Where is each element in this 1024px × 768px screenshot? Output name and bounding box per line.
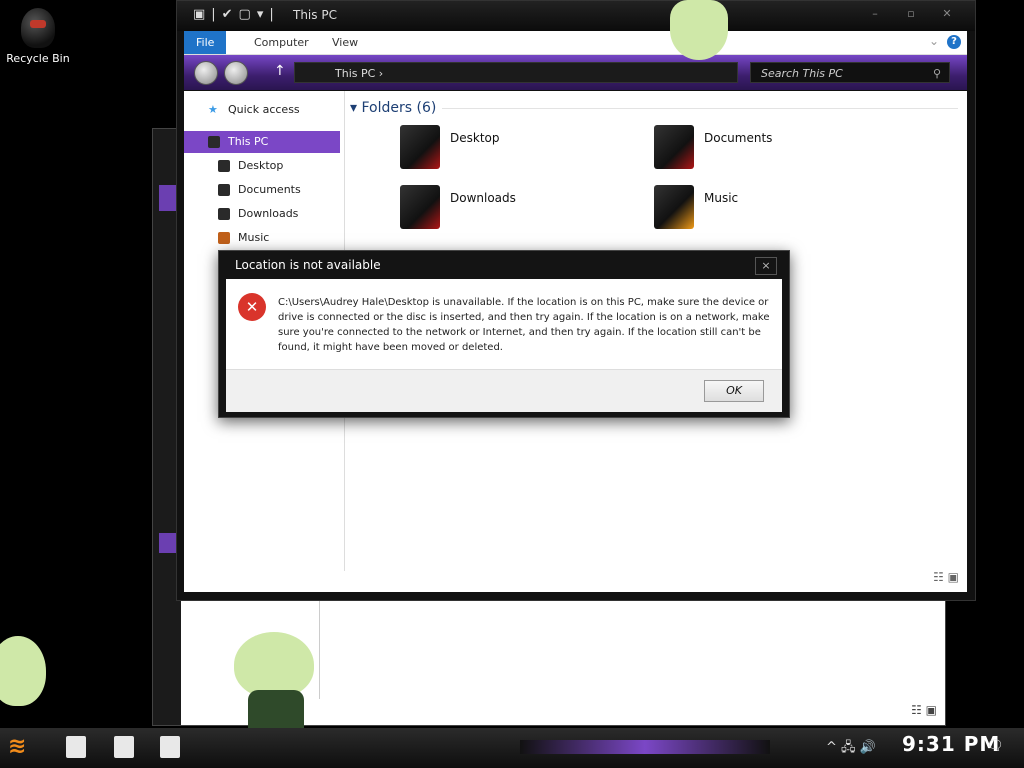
maximize-button[interactable]: ▫: [893, 7, 929, 20]
sidebar-item-desktop[interactable]: Desktop: [184, 155, 374, 177]
character-decoration: [234, 632, 314, 698]
desktop-folder-icon: [218, 160, 230, 172]
search-input[interactable]: Search This PC ⚲: [750, 62, 950, 83]
folder-music[interactable]: Music: [654, 185, 894, 233]
error-dialog: Location is not available × ✕ C:\Users\A…: [218, 250, 790, 418]
recycle-bin-image: [21, 8, 55, 48]
tab-view[interactable]: View: [320, 31, 370, 54]
sidebar-item-downloads[interactable]: Downloads: [184, 203, 374, 225]
quick-access-toolbar[interactable]: ▣|✔▢▾|: [193, 7, 280, 22]
recycle-bin-icon[interactable]: Recycle Bin: [6, 8, 70, 65]
desktop-folder-icon: [400, 125, 440, 169]
window-title: This PC: [293, 8, 337, 22]
character-decoration: [670, 0, 728, 60]
folder-downloads[interactable]: Downloads: [400, 185, 640, 233]
character-decoration: [0, 636, 46, 706]
view-toggle-icons[interactable]: ☷ ▣: [911, 703, 937, 717]
folder-documents[interactable]: Documents: [654, 125, 894, 173]
network-icon[interactable]: 🖧: [841, 740, 856, 755]
forward-button[interactable]: [224, 61, 248, 85]
documents-folder-icon: [654, 125, 694, 169]
taskbar-accent: [520, 740, 770, 754]
start-button[interactable]: ≋: [8, 734, 38, 760]
music-folder-icon: [654, 185, 694, 229]
notification-icon[interactable]: 🗨: [986, 738, 1004, 754]
star-icon: ★: [208, 103, 218, 116]
music-folder-icon: [218, 232, 230, 244]
chevron-up-icon[interactable]: ^: [826, 740, 837, 755]
view-toggle-icons[interactable]: ☷ ▣: [933, 570, 959, 584]
back-button[interactable]: [194, 61, 218, 85]
folders-header-rule: [442, 108, 958, 109]
dialog-title: Location is not available: [235, 258, 381, 272]
volume-icon[interactable]: 🔊: [860, 740, 876, 755]
search-placeholder: Search This PC: [761, 67, 843, 80]
downloads-folder-icon: [218, 208, 230, 220]
ribbon-tabs: File Computer View ⌄ ?: [184, 31, 967, 55]
address-bar[interactable]: This PC ›: [294, 62, 738, 83]
up-arrow-icon[interactable]: ↑: [274, 63, 286, 79]
search-icon: ⚲: [932, 67, 941, 80]
ok-button[interactable]: OK: [704, 380, 764, 402]
system-tray[interactable]: ^ 🖧 🔊: [826, 738, 876, 760]
dialog-footer: OK: [226, 369, 782, 412]
close-button[interactable]: ✕: [929, 7, 965, 20]
tab-file[interactable]: File: [184, 31, 227, 54]
computer-icon: [208, 136, 220, 148]
character-decoration: [248, 690, 304, 728]
documents-folder-icon: [218, 184, 230, 196]
error-icon: ✕: [238, 293, 266, 321]
minimize-button[interactable]: –: [857, 7, 893, 20]
folders-section-header[interactable]: ▾ Folders (6): [350, 100, 436, 116]
sidebar-item-music[interactable]: Music: [184, 227, 374, 249]
downloads-folder-icon: [400, 185, 440, 229]
navigation-bar: ↑ This PC › Search This PC ⚲: [184, 55, 967, 90]
dialog-body: ✕ C:\Users\Audrey Hale\Desktop is unavai…: [226, 279, 782, 369]
tab-computer[interactable]: Computer: [242, 31, 321, 54]
dialog-close-button[interactable]: ×: [755, 257, 777, 275]
recycle-bin-label: Recycle Bin: [6, 52, 70, 65]
sidebar-item-quick-access[interactable]: ★ Quick access: [184, 99, 364, 121]
dialog-message: C:\Users\Audrey Hale\Desktop is unavaila…: [278, 297, 770, 353]
help-icon[interactable]: ?: [947, 35, 961, 49]
taskbar-app-icon[interactable]: [66, 736, 86, 758]
sidebar-item-this-pc[interactable]: This PC: [184, 131, 340, 153]
sidebar-item-documents[interactable]: Documents: [184, 179, 374, 201]
taskbar-app-icon[interactable]: [160, 736, 180, 758]
window-controls: – ▫ ✕: [857, 7, 965, 20]
address-path: This PC: [335, 67, 376, 80]
ribbon-expand-icon[interactable]: ⌄: [929, 34, 939, 48]
taskbar-app-icon[interactable]: [114, 736, 134, 758]
title-bar[interactable]: ▣|✔▢▾| This PC – ▫ ✕: [177, 1, 975, 31]
folder-desktop[interactable]: Desktop: [400, 125, 640, 173]
